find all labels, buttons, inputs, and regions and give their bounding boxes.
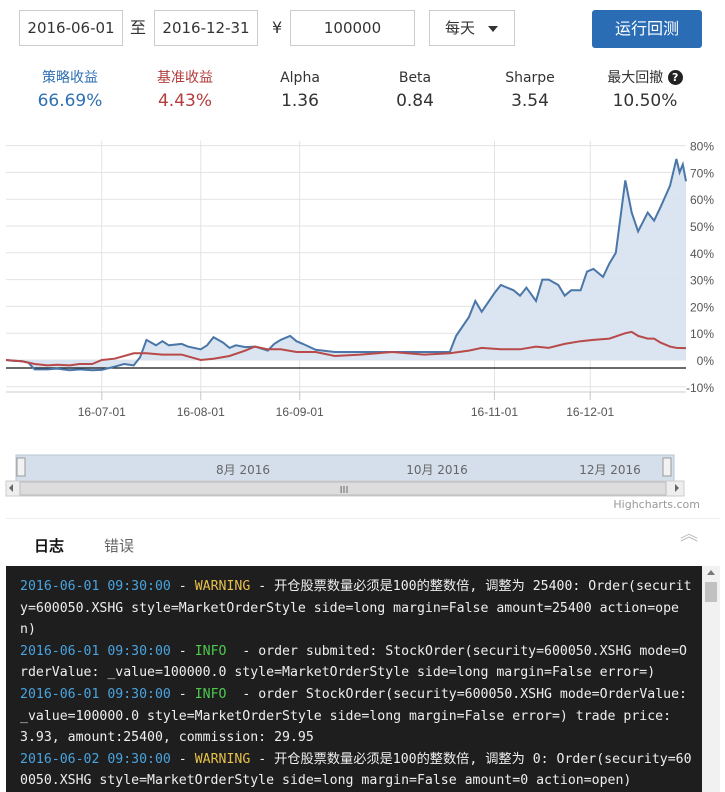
x-tick-label: 16-12-01 xyxy=(566,405,614,419)
stat-value: 3.54 xyxy=(511,91,549,111)
x-tick-label: 16-08-01 xyxy=(177,405,225,419)
log-timestamp: 2016-06-01 09:30:00 xyxy=(20,643,171,659)
y-tick-label: 80% xyxy=(690,140,714,154)
stat-label-row: 最大回撤 ? xyxy=(595,68,695,88)
chart-credit[interactable]: Highcharts.com xyxy=(613,498,700,511)
stat-max-drawdown: 最大回撤 ? 10.50% xyxy=(595,68,695,114)
toolbar: 2016-06-01 至 2016-12-31 ¥ 100000 每天 运行回测 xyxy=(0,0,725,62)
currency-label: ¥ xyxy=(272,18,283,37)
stat-label: 最大回撤 xyxy=(607,70,664,86)
stat-label: Sharpe xyxy=(505,70,555,86)
stat-label: Beta xyxy=(398,70,432,86)
stat-alpha: Alpha 1.36 xyxy=(250,68,350,114)
y-tick-label: 40% xyxy=(690,247,714,261)
scroll-thumb[interactable] xyxy=(705,582,717,602)
x-tick-label: 16-11-01 xyxy=(471,405,518,419)
log-panel: 2016-06-01 09:30:00 - WARNING - 开仓股票数量必须… xyxy=(6,566,720,792)
end-date-input[interactable]: 2016-12-31 xyxy=(154,10,258,46)
x-tick-label: 16-07-01 xyxy=(78,405,126,419)
log-tabs: 日志 错误 ︽ xyxy=(6,518,720,567)
navigator-label: 12月 2016 xyxy=(579,463,641,477)
y-tick-label: 10% xyxy=(690,327,714,341)
y-tick-label: 60% xyxy=(690,193,714,207)
y-tick-label: 0% xyxy=(697,354,715,368)
x-tick-label: 16-09-01 xyxy=(276,405,324,419)
frequency-value: 每天 xyxy=(445,19,476,37)
collapse-up-icon[interactable]: ︽ xyxy=(680,526,698,544)
chevron-down-icon xyxy=(488,26,498,32)
scroll-grip-icon: III xyxy=(340,485,349,496)
log-line: 2016-06-01 09:30:00 - INFO - order submi… xyxy=(20,643,687,681)
log-scrollbar[interactable] xyxy=(702,566,720,792)
stat-value: 0.84 xyxy=(396,91,434,111)
stat-value: 4.43% xyxy=(157,91,212,111)
stat-sharpe: Sharpe 3.54 xyxy=(480,68,580,114)
start-date-input[interactable]: 2016-06-01 xyxy=(19,10,123,46)
to-label: 至 xyxy=(130,18,147,37)
stat-value: 1.36 xyxy=(281,91,319,111)
y-tick-label: 20% xyxy=(690,300,714,314)
log-level: WARNING xyxy=(194,751,251,767)
stat-beta: Beta 0.84 xyxy=(365,68,465,114)
stat-value: 66.69% xyxy=(37,91,103,111)
stat-label: Alpha xyxy=(280,70,320,86)
stat-value: 10.50% xyxy=(612,91,678,111)
navigator-window xyxy=(15,454,675,482)
stat-strategy-return: 策略收益 66.69% xyxy=(20,68,120,114)
run-backtest-button[interactable]: 运行回测 xyxy=(592,10,702,48)
capital-input[interactable]: 100000 xyxy=(290,10,415,46)
stat-label: 策略收益 xyxy=(42,70,98,86)
log-timestamp: 2016-06-01 09:30:00 xyxy=(20,579,171,594)
tab-log[interactable]: 日志 xyxy=(34,535,64,556)
tab-error[interactable]: 错误 xyxy=(104,535,134,556)
frequency-select[interactable]: 每天 xyxy=(429,10,515,46)
help-icon[interactable]: ? xyxy=(667,70,683,85)
log-timestamp: 2016-06-02 09:30:00 xyxy=(20,751,171,767)
log-line: 2016-06-02 09:30:00 - WARNING - 开仓股票数量必须… xyxy=(20,751,692,789)
navigator-label: 8月 2016 xyxy=(216,463,270,477)
log-level: INFO xyxy=(194,643,235,659)
y-tick-label: 50% xyxy=(690,220,714,234)
scroll-up-icon[interactable] xyxy=(707,570,715,575)
log-timestamp: 2016-06-01 09:30:00 xyxy=(20,686,171,702)
strategy-area xyxy=(6,159,686,371)
y-tick-label: -10% xyxy=(686,381,714,395)
log-level: INFO xyxy=(194,686,235,702)
navigator-handle-right xyxy=(662,457,672,477)
stats-bar: 策略收益 66.69% 基准收益 4.43% Alpha 1.36 Beta 0… xyxy=(0,68,725,124)
stat-label: 基准收益 xyxy=(157,70,213,86)
navigator-label: 10月 2016 xyxy=(406,463,468,477)
y-tick-label: 70% xyxy=(690,166,714,180)
y-tick-label: 30% xyxy=(690,274,714,288)
log-line: 2016-06-01 09:30:00 - WARNING - 开仓股票数量必须… xyxy=(20,579,692,638)
log-level: WARNING xyxy=(194,579,251,594)
log-line: 2016-06-01 09:30:00 - INFO - order Stock… xyxy=(20,686,695,746)
navigator-handle-left xyxy=(16,457,26,477)
returns-chart: 80% 70% 60% 50% 40% 30% 20% 10% 0% -10% 16-07-01 16… xyxy=(5,140,715,497)
stat-benchmark-return: 基准收益 4.43% xyxy=(135,68,235,114)
log-lines: 2016-06-01 09:30:00 - WARNING - 开仓股票数量必须… xyxy=(20,576,692,792)
